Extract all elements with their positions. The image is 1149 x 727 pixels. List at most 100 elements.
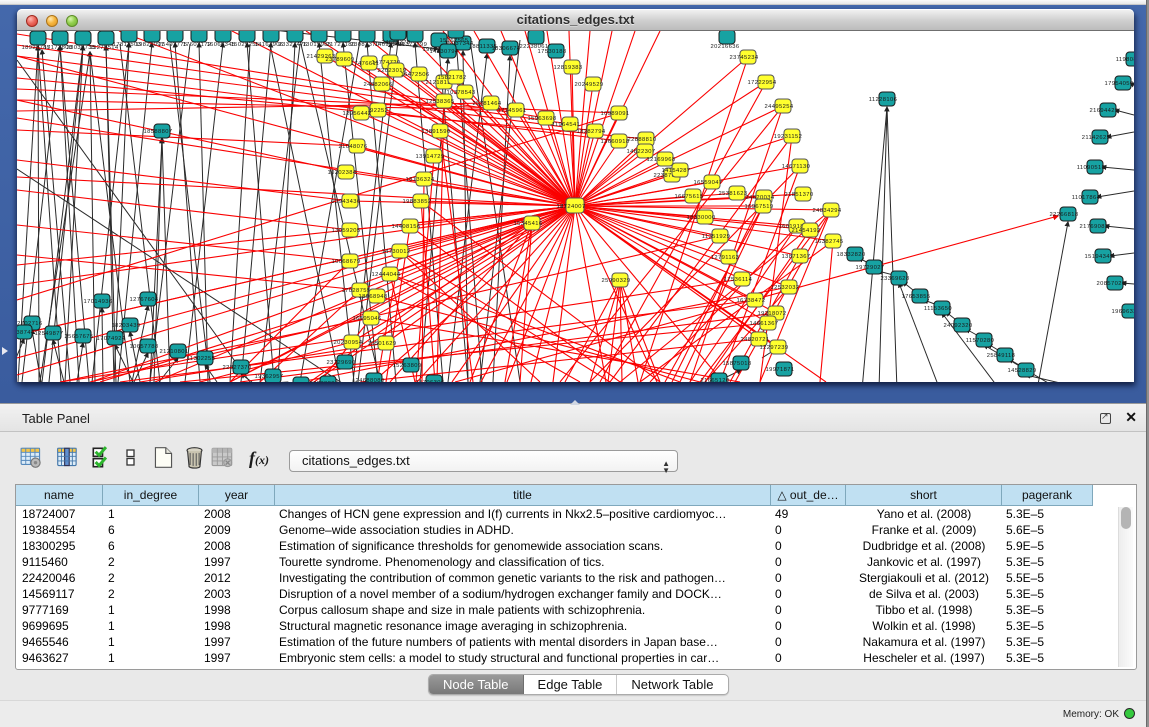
svg-text:15263809: 15263809: [393, 363, 422, 369]
svg-text:13871367: 13871367: [782, 254, 811, 260]
svg-text:18306674: 18306674: [492, 46, 521, 52]
svg-text:18332820: 18332820: [837, 252, 866, 258]
svg-text:21665120: 21665120: [701, 378, 730, 382]
svg-text:23943436: 23943436: [332, 199, 361, 205]
svg-text:12767604: 12767604: [130, 297, 159, 303]
svg-text:17653855: 17653855: [902, 294, 931, 300]
svg-text:18330000: 18330000: [687, 215, 716, 221]
svg-text:13059205: 13059205: [332, 228, 361, 234]
svg-text:24682370: 24682370: [382, 40, 411, 46]
svg-text:25781464: 25781464: [473, 101, 502, 107]
svg-text:16559047: 16559047: [694, 180, 723, 186]
svg-text:19231152: 19231152: [774, 134, 803, 140]
svg-text:17536114: 17536114: [724, 277, 753, 283]
svg-text:15738744: 15738744: [17, 330, 35, 336]
svg-text:12819383: 12819383: [554, 65, 583, 71]
svg-text:19883852: 19883852: [403, 199, 432, 205]
svg-text:13891590: 13891590: [422, 129, 451, 135]
svg-text:17745961: 17745961: [498, 108, 527, 114]
svg-text:14661367: 14661367: [750, 321, 779, 327]
svg-text:24882066: 24882066: [364, 82, 393, 88]
svg-text:18136324: 18136324: [406, 177, 435, 183]
svg-text:17074924: 17074924: [97, 336, 126, 342]
svg-text:15762565: 15762565: [440, 38, 469, 44]
svg-text:14830794: 14830794: [430, 49, 459, 55]
svg-text:16195046: 16195046: [353, 316, 382, 322]
svg-text:10202384: 10202384: [328, 170, 357, 176]
svg-text:11964541: 11964541: [552, 122, 581, 128]
svg-text:17014936: 17014936: [84, 299, 113, 305]
svg-text:10657788: 10657788: [130, 344, 159, 350]
svg-text:12444044: 12444044: [372, 272, 401, 278]
svg-text:11090518: 11090518: [1077, 165, 1106, 171]
svg-text:23729690: 23729690: [327, 360, 356, 366]
svg-text:22888810: 22888810: [628, 137, 657, 143]
svg-text:24834294: 24834294: [813, 208, 842, 214]
svg-text:23369628: 23369628: [881, 276, 910, 282]
svg-text:11570280: 11570280: [966, 338, 995, 344]
svg-text:20216636: 20216636: [711, 44, 740, 50]
svg-text:21694425: 21694425: [1090, 108, 1119, 114]
svg-text:13914729: 13914729: [416, 154, 445, 160]
svg-text:17530188: 17530188: [538, 49, 567, 55]
svg-text:13660918: 13660918: [601, 139, 630, 145]
svg-text:24820721: 24820721: [741, 337, 770, 343]
svg-text:18203439: 18203439: [112, 323, 141, 329]
svg-text:11351929: 11351929: [702, 234, 731, 240]
svg-text:15345416: 15345416: [514, 221, 543, 227]
svg-text:14154287: 14154287: [662, 168, 691, 174]
svg-text:11017864: 11017864: [1072, 195, 1101, 201]
svg-text:16675615: 16675615: [675, 194, 704, 200]
svg-text:11302255: 11302255: [187, 356, 216, 362]
svg-text:12538365: 12538365: [426, 99, 455, 105]
svg-text:24495254: 24495254: [765, 104, 794, 110]
svg-text:18282794: 18282794: [577, 129, 606, 135]
svg-text:17222954: 17222954: [748, 80, 777, 86]
svg-text:19729027: 19729027: [856, 265, 885, 271]
svg-text:21210801: 21210801: [160, 349, 189, 355]
svg-text:24092320: 24092320: [944, 323, 973, 329]
svg-text:16382745: 16382745: [815, 239, 844, 245]
svg-text:11153650: 11153650: [924, 306, 952, 312]
svg-text:21142625: 21142625: [1082, 135, 1111, 141]
svg-text:10989091: 10989091: [601, 111, 630, 117]
svg-text:11980815: 11980815: [1116, 57, 1134, 63]
svg-text:10068679: 10068679: [332, 259, 361, 265]
svg-text:22827370: 22827370: [223, 365, 252, 371]
svg-text:15821782: 15821782: [438, 75, 467, 81]
svg-text:21769083: 21769083: [1080, 224, 1109, 230]
svg-text:12791163: 12791163: [711, 255, 740, 261]
svg-text:16967519: 16967519: [745, 204, 774, 210]
svg-text:18588807: 18588807: [144, 129, 173, 135]
svg-text:18724007: 18724007: [557, 204, 586, 210]
svg-text:14730012: 14730012: [382, 249, 411, 255]
svg-text:12169968: 12169968: [647, 157, 676, 163]
svg-text:16472506: 16472506: [401, 72, 430, 78]
svg-text:22266818: 22266818: [1050, 212, 1079, 218]
svg-text:20230954: 20230954: [334, 340, 363, 346]
svg-text:18968948: 18968948: [359, 294, 388, 300]
svg-text:15706306: 15706306: [416, 380, 445, 382]
svg-text:17954050: 17954050: [1105, 81, 1134, 87]
svg-text:23238803: 23238803: [310, 381, 339, 382]
svg-text:20857020: 20857020: [1097, 281, 1126, 287]
svg-text:15875018: 15875018: [723, 361, 752, 367]
svg-text:16738472: 16738472: [737, 298, 766, 304]
svg-text:24688080: 24688080: [356, 378, 385, 382]
svg-text:25849118: 25849118: [987, 353, 1016, 359]
svg-text:14528829: 14528829: [1008, 368, 1037, 374]
svg-text:19696328: 19696328: [1112, 309, 1135, 315]
svg-text:21851370: 21851370: [785, 192, 814, 198]
svg-text:25381623: 25381623: [719, 191, 748, 197]
svg-text:15194349: 15194349: [1085, 254, 1114, 260]
svg-text:12956442: 12956442: [343, 111, 372, 117]
svg-text:14822307: 14822307: [627, 149, 656, 155]
svg-text:12297239: 12297239: [760, 345, 789, 351]
svg-text:25657675: 25657675: [65, 334, 94, 340]
svg-text:21048076: 21048076: [339, 144, 368, 150]
svg-text:20249529: 20249529: [575, 82, 604, 88]
svg-text:23745234: 23745234: [730, 55, 759, 61]
svg-text:11228106: 11228106: [869, 97, 898, 103]
svg-text:21454192: 21454192: [792, 228, 821, 234]
svg-text:12549877: 12549877: [35, 331, 64, 337]
